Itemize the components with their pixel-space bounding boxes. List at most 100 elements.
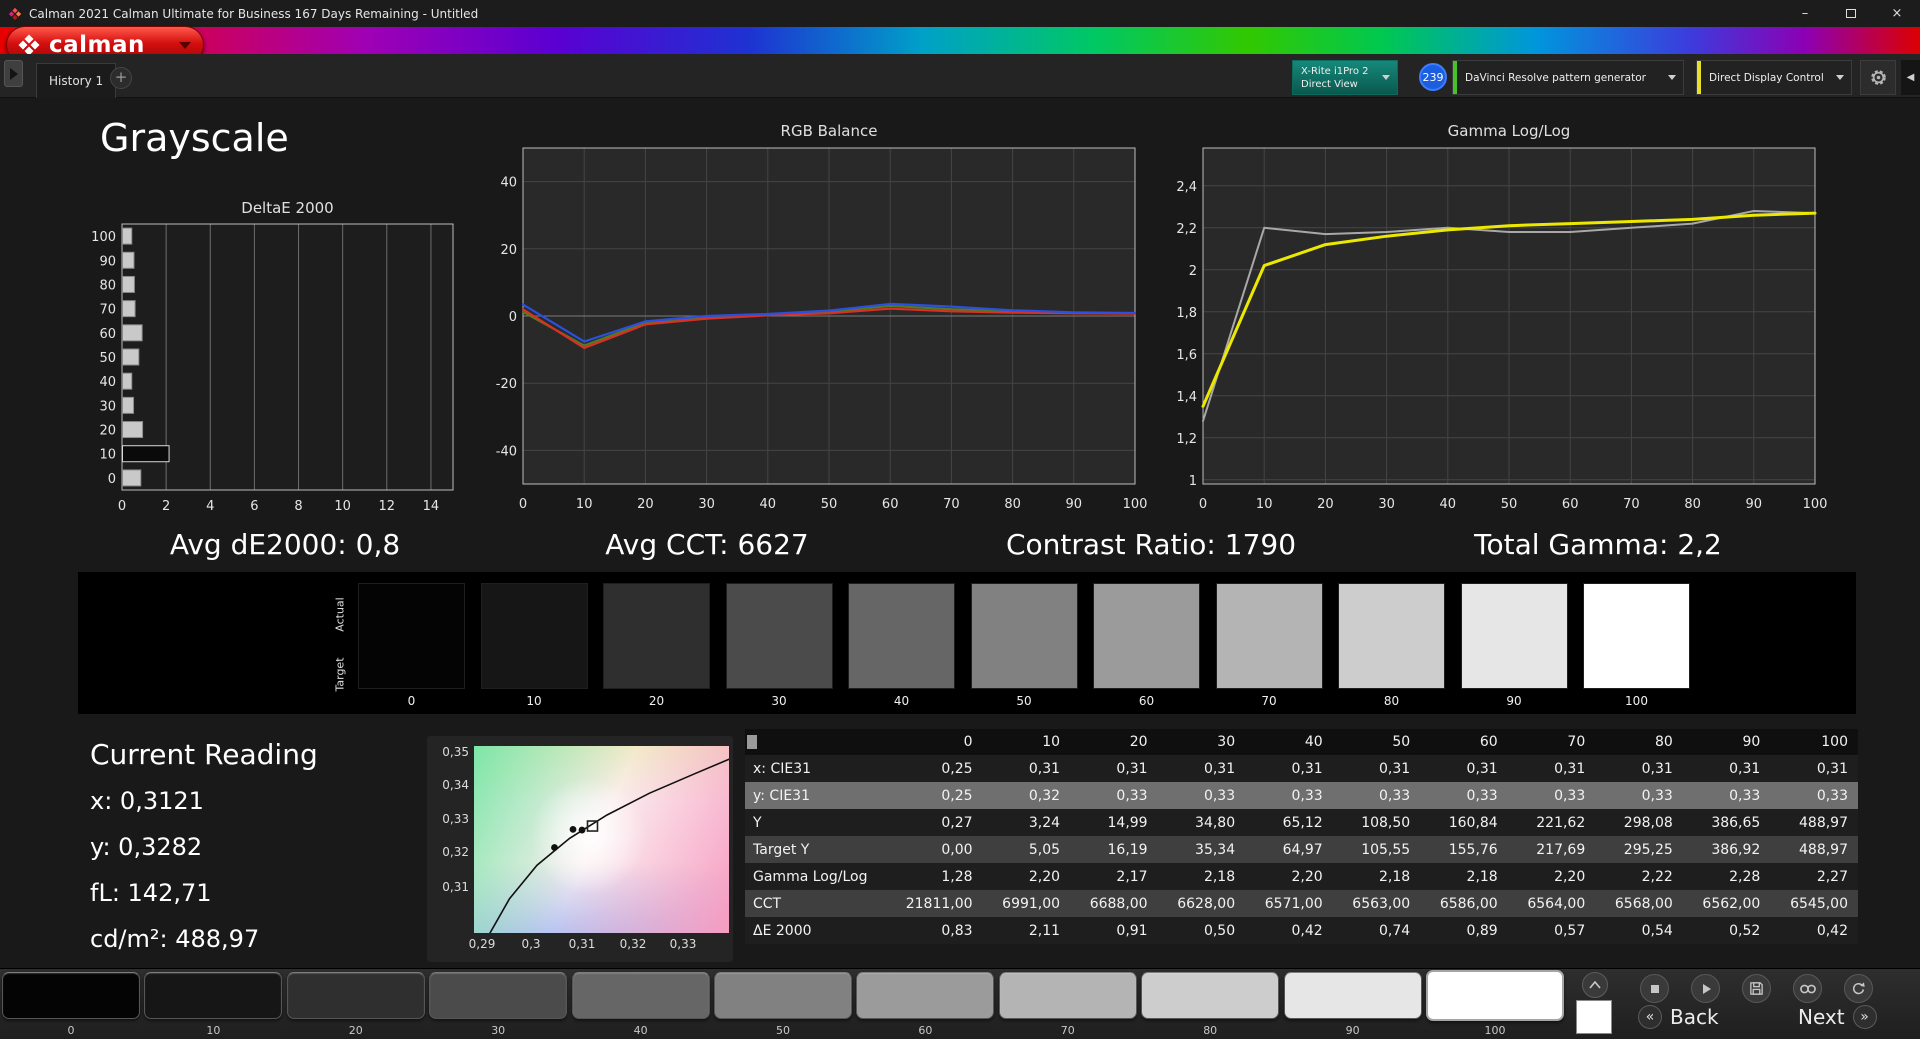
- svg-text:90: 90: [1066, 497, 1083, 512]
- table-cell: 6628,00: [1157, 890, 1246, 917]
- chevron-down-icon: [179, 41, 191, 49]
- pattern-level-button[interactable]: [1426, 970, 1564, 1021]
- svg-text:4: 4: [206, 499, 214, 514]
- table-row-label: Target Y: [745, 836, 895, 863]
- table-cell: 6586,00: [1420, 890, 1508, 917]
- pattern-level-label: 0: [67, 1024, 75, 1037]
- table-cell: 217,69: [1507, 836, 1596, 863]
- minimize-button[interactable]: –: [1782, 0, 1828, 27]
- table-column-header: 70: [1507, 729, 1596, 755]
- pattern-level-button[interactable]: [714, 972, 852, 1019]
- pattern-level-button[interactable]: [998, 972, 1137, 1019]
- cie-x-tick: 0,32: [619, 937, 647, 951]
- pattern-level-label: 90: [1345, 1024, 1360, 1037]
- pattern-level-button[interactable]: [286, 972, 425, 1019]
- svg-text:20: 20: [500, 243, 517, 258]
- table-cell: 3,24: [982, 809, 1071, 836]
- settings-button[interactable]: [1860, 60, 1896, 95]
- tab-history-1[interactable]: History 1: [36, 63, 117, 98]
- table-cell: 0,33: [1420, 782, 1508, 809]
- window-title: Calman 2021 Calman Ultimate for Business…: [29, 6, 479, 21]
- svg-text:40: 40: [99, 375, 116, 390]
- svg-text:10: 10: [576, 497, 593, 512]
- page-title: Grayscale: [100, 116, 289, 160]
- back-label: Back: [1670, 1005, 1719, 1029]
- table-column-header: 30: [1157, 729, 1246, 755]
- grayscale-swatch: [603, 583, 710, 689]
- pattern-level-button[interactable]: [1141, 972, 1280, 1019]
- svg-text:80: 80: [1684, 497, 1701, 512]
- pattern-level-button[interactable]: [144, 972, 283, 1019]
- table-cell: 0,31: [1245, 755, 1333, 782]
- link-button[interactable]: [1793, 974, 1822, 1003]
- pattern-level-label: 50: [776, 1024, 790, 1037]
- chevron-down-icon: [1668, 75, 1676, 80]
- save-button[interactable]: [1742, 974, 1771, 1003]
- table-cell: 6563,00: [1332, 890, 1421, 917]
- status-stripe-green: [1453, 61, 1457, 94]
- display-control-label: Direct Display Control: [1709, 71, 1824, 84]
- swatch-level-label: 30: [771, 694, 787, 708]
- pattern-level-button[interactable]: [856, 972, 995, 1019]
- cie-y-tick: 0,35: [442, 745, 469, 759]
- table-column-header: 40: [1245, 729, 1333, 755]
- table-cell: 298,08: [1595, 809, 1683, 836]
- current-reading-heading: Current Reading: [90, 738, 318, 771]
- table-cell: 0,50: [1157, 917, 1246, 944]
- svg-text:2,2: 2,2: [1176, 222, 1197, 237]
- table-corner-marker: [747, 735, 757, 749]
- svg-text:2: 2: [162, 499, 170, 514]
- close-button[interactable]: ×: [1874, 0, 1920, 27]
- table-row-label: y: CIE31: [745, 782, 895, 809]
- chevron-down-icon: [1382, 75, 1390, 80]
- table-cell: 2,11: [982, 917, 1071, 944]
- cie-chromaticity-panel: 0,35 0,34 0,33 0,32 0,31 0,29 0,3 0,31 0,32 0,33: [427, 736, 733, 962]
- svg-text:100: 100: [1123, 497, 1148, 512]
- swatch-level-label: 90: [1506, 694, 1522, 708]
- gear-icon: [1870, 70, 1886, 85]
- pattern-level-button[interactable]: [429, 972, 568, 1019]
- cie-x-tick: 0,29: [468, 937, 496, 951]
- swatch-level-label: 80: [1383, 694, 1400, 708]
- svg-text:0: 0: [1199, 497, 1207, 512]
- table-cell: 0,31: [1420, 755, 1508, 782]
- table-cell: 0,31: [1595, 755, 1683, 782]
- titlebar: Calman 2021 Calman Ultimate for Business…: [0, 0, 1920, 27]
- display-control-dropdown[interactable]: Direct Display Control: [1696, 60, 1852, 95]
- next-button[interactable]: Next »: [1798, 1005, 1877, 1029]
- grayscale-swatch: [725, 583, 833, 689]
- cie-y-tick: 0,32: [442, 845, 469, 859]
- play-button[interactable]: [1691, 974, 1720, 1003]
- pattern-level-button[interactable]: [1283, 972, 1422, 1019]
- pattern-level-button[interactable]: [2, 972, 140, 1019]
- table-cell: 0,33: [1245, 782, 1333, 809]
- back-button[interactable]: « Back: [1638, 1005, 1719, 1029]
- pattern-level-button[interactable]: [571, 972, 710, 1019]
- grayscale-swatch: [1215, 583, 1323, 689]
- table-cell: 65,12: [1245, 809, 1333, 836]
- collapse-toolbar-button[interactable]: ◀: [1901, 60, 1920, 95]
- pattern-level-label: 70: [1060, 1024, 1075, 1037]
- svg-text:DeltaE 2000: DeltaE 2000: [241, 199, 333, 217]
- stat-total-gamma: Total Gamma: 2,2: [1474, 528, 1722, 561]
- svg-text:1,4: 1,4: [1176, 390, 1197, 405]
- refresh-button[interactable]: [1844, 974, 1873, 1003]
- table-cell: 6571,00: [1245, 890, 1333, 917]
- table-cell: 0,83: [895, 917, 983, 944]
- grayscale-swatch: [1460, 583, 1568, 689]
- panel-expand-button[interactable]: [1582, 972, 1608, 998]
- table-cell: 0,42: [1770, 917, 1858, 944]
- pattern-generator-dropdown[interactable]: DaVinci Resolve pattern generator: [1452, 60, 1684, 95]
- svg-text:60: 60: [99, 327, 116, 342]
- svg-text:70: 70: [943, 497, 960, 512]
- table-row: CCT 21811,00 6991,00 6688,00 6628,00 6571,00 6…: [745, 890, 1858, 917]
- maximize-button[interactable]: [1828, 0, 1874, 27]
- meter-selector-dropdown[interactable]: X-Rite i1Pro 2 Direct View: [1292, 60, 1398, 95]
- add-tab-button[interactable]: +: [110, 67, 132, 89]
- history-panel-toggle-button[interactable]: [4, 60, 23, 87]
- stop-button[interactable]: [1640, 974, 1669, 1003]
- chevron-down-icon: [1836, 75, 1844, 80]
- table-cell: 16,19: [1070, 836, 1158, 863]
- table-cell: 488,97: [1770, 809, 1858, 836]
- svg-text:40: 40: [500, 176, 517, 191]
